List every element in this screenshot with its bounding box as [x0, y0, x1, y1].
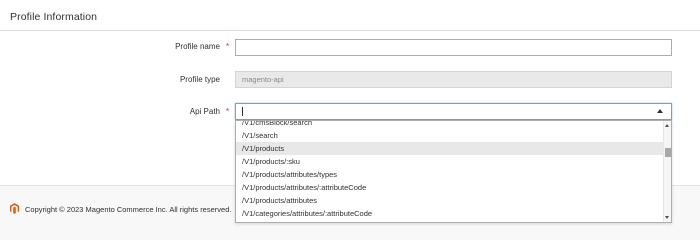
- api-path-required-mark: *: [226, 107, 230, 116]
- footer-copyright: Copyright © 2023 Magento Commerce Inc. A…: [25, 205, 232, 214]
- dropdown-scrollbar[interactable]: [663, 121, 671, 222]
- dropdown-option[interactable]: /V1/categories/attributes/:attributeCode: [236, 207, 664, 220]
- profile-type-label: Profile type: [179, 75, 220, 84]
- dropdown-option-highlighted[interactable]: /V1/products: [236, 142, 664, 155]
- scroll-up-arrow-icon[interactable]: [665, 124, 669, 127]
- text-caret: [242, 107, 243, 116]
- api-path-label: Api Path: [189, 107, 220, 116]
- dropdown-option[interactable]: /V1/products/attributes/:attributeCode: [236, 181, 664, 194]
- scrollbar-thumb[interactable]: [665, 148, 671, 157]
- dropdown-option[interactable]: /V1/products/:sku: [236, 155, 664, 168]
- profile-name-label: Profile name: [175, 42, 220, 51]
- section-divider: [0, 30, 700, 31]
- scroll-down-arrow-icon[interactable]: [665, 216, 669, 219]
- dropdown-option[interactable]: /V1/products/attributes/types: [236, 168, 664, 181]
- api-path-select-input[interactable]: [235, 103, 672, 120]
- profile-name-input[interactable]: [235, 39, 672, 56]
- magento-logo-icon: [10, 203, 19, 214]
- dropdown-option[interactable]: /V1/products/attributes: [236, 194, 664, 207]
- dropdown-option[interactable]: /V1/cmsBlock/search: [236, 121, 664, 129]
- api-path-dropdown-list[interactable]: /V1/cmsBlock/search /V1/search /V1/produ…: [235, 120, 672, 223]
- dropdown-option[interactable]: /V1/search: [236, 129, 664, 142]
- dropdown-arrow-up-icon[interactable]: [657, 109, 663, 113]
- profile-name-required-mark: *: [226, 42, 230, 51]
- profile-type-field: magento-api: [235, 71, 672, 88]
- section-title: Profile Information: [10, 11, 98, 23]
